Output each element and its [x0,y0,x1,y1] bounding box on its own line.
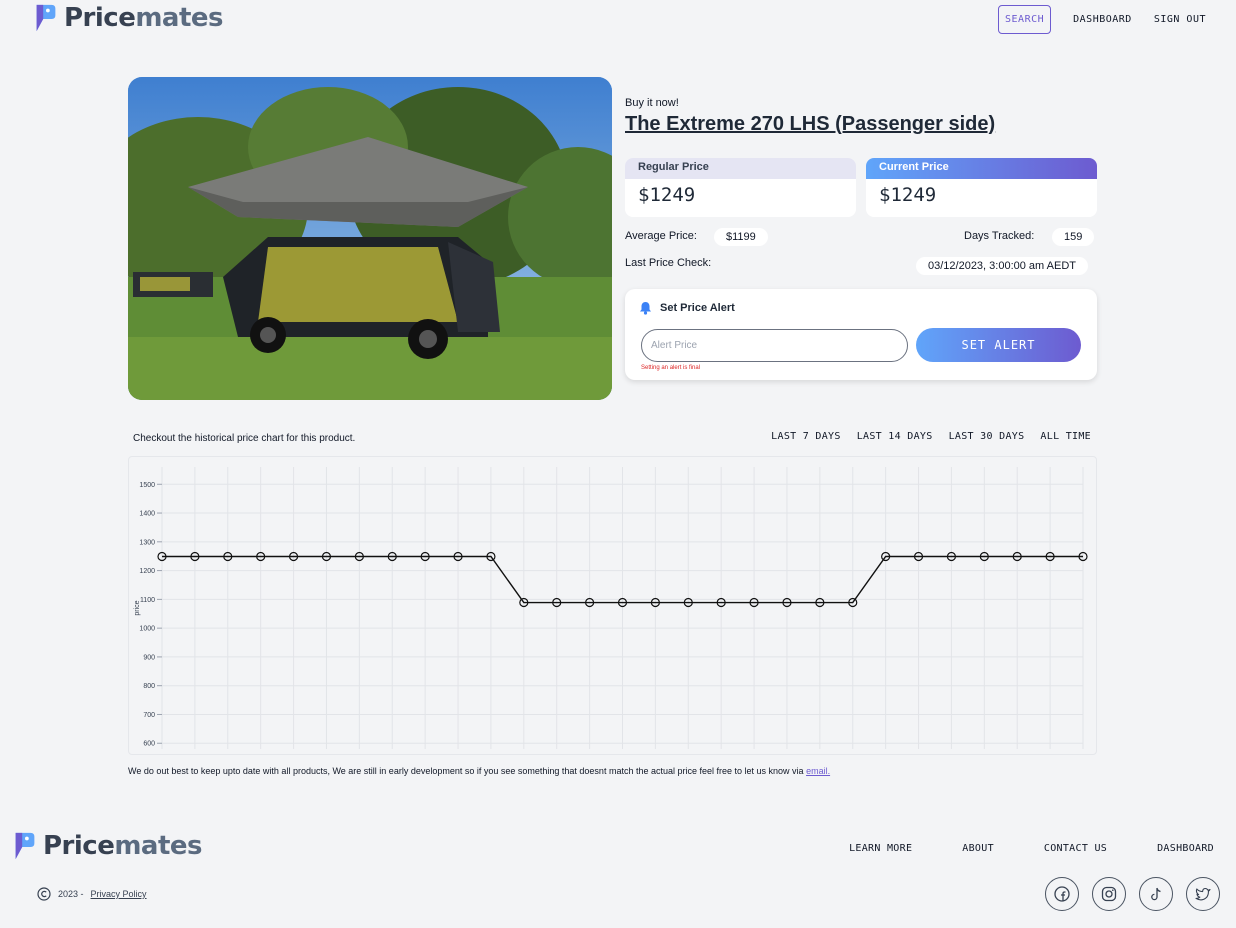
twitter-icon[interactable] [1186,877,1220,911]
nav-dashboard-link[interactable]: DASHBOARD [1073,14,1132,25]
y-tick-label: 700 [143,712,155,719]
header-logo[interactable]: Pricemates [34,3,224,33]
y-tick-label: 800 [143,683,155,690]
range-selector: LAST 7 DAYS LAST 14 DAYS LAST 30 DAYS AL… [771,431,1091,442]
average-price-label: Average Price: [625,230,697,242]
bell-icon [640,302,651,315]
y-tick-label: 600 [143,741,155,748]
alert-header: Set Price Alert [639,301,735,315]
brand-name: Pricemates [64,3,224,33]
footer-logo[interactable]: Pricemates [13,831,203,861]
range-last-7-days[interactable]: LAST 7 DAYS [771,431,841,442]
instagram-icon[interactable] [1092,877,1126,911]
nav-sign-out-link[interactable]: SIGN OUT [1154,14,1206,25]
average-price-value: $1199 [714,228,768,246]
range-last-30-days[interactable]: LAST 30 DAYS [949,431,1025,442]
product-image [128,77,612,400]
regular-price-label: Regular Price [625,158,856,179]
y-tick-label: 900 [143,654,155,661]
y-tick-label: 1100 [140,597,155,604]
copyright-icon [37,887,51,901]
footer-contact-link[interactable]: CONTACT US [1044,843,1107,854]
current-price-card: Current Price $1249 [866,158,1097,217]
chart-caption: Checkout the historical price chart for … [133,433,356,444]
pricemates-logo-icon [15,832,35,860]
nav-search-button[interactable]: SEARCH [998,5,1052,34]
regular-price-card: Regular Price $1249 [625,158,856,217]
alert-price-input[interactable] [641,329,908,362]
alert-note: Setting an alert is final [641,365,701,371]
brand-name: Pricemates [43,831,203,861]
days-tracked-value: 159 [1052,228,1095,246]
copyright: 2023 - Privacy Policy [37,887,147,901]
privacy-policy-link[interactable]: Privacy Policy [91,889,147,899]
email-link[interactable]: email. [806,766,830,776]
last-check-value: 03/12/2023, 3:00:00 am AEDT [916,257,1088,275]
days-tracked-label: Days Tracked: [964,230,1035,242]
price-alert-card: Set Price Alert Setting an alert is fina… [625,289,1097,380]
last-check-label: Last Price Check: [625,257,712,269]
disclaimer-text: We do out best to keep upto date with al… [128,766,804,776]
y-tick-label: 1500 [139,482,155,489]
alert-title: Set Price Alert [660,302,735,314]
price-history-chart: 600 700 800 900 1000 1100 1200 1300 1400 1500 pric… [128,456,1097,755]
product-title-link[interactable]: The Extreme 270 LHS (Passenger side) [625,113,995,136]
top-nav: SEARCH DASHBOARD SIGN OUT [998,5,1206,34]
set-alert-button[interactable]: SET ALERT [916,328,1081,362]
current-price-value: $1249 [879,184,937,206]
range-last-14-days[interactable]: LAST 14 DAYS [857,431,933,442]
tiktok-icon[interactable] [1139,877,1173,911]
regular-price-value: $1249 [638,184,696,206]
pricemates-logo-icon [36,4,56,32]
copyright-year: 2023 - [58,889,84,899]
y-tick-label: 1000 [139,626,155,633]
buy-now-label: Buy it now! [625,97,679,109]
facebook-icon[interactable] [1045,877,1079,911]
footer-learn-more-link[interactable]: LEARN MORE [849,843,912,854]
footer-dashboard-link[interactable]: DASHBOARD [1157,843,1214,854]
y-axis-label: price [134,600,141,615]
footer-about-link[interactable]: ABOUT [962,843,994,854]
footer-nav: LEARN MORE ABOUT CONTACT US DASHBOARD [849,843,1214,854]
disclaimer: We do out best to keep upto date with al… [128,766,830,776]
social-links [1045,877,1220,911]
range-all-time[interactable]: ALL TIME [1040,431,1091,442]
y-tick-label: 1300 [139,539,155,546]
current-price-label: Current Price [866,158,1097,179]
y-tick-label: 1400 [139,511,155,518]
y-tick-label: 1200 [139,568,155,575]
price-chart-svg: 600 700 800 900 1000 1100 1200 1300 1400 1500 pric… [134,467,1088,749]
